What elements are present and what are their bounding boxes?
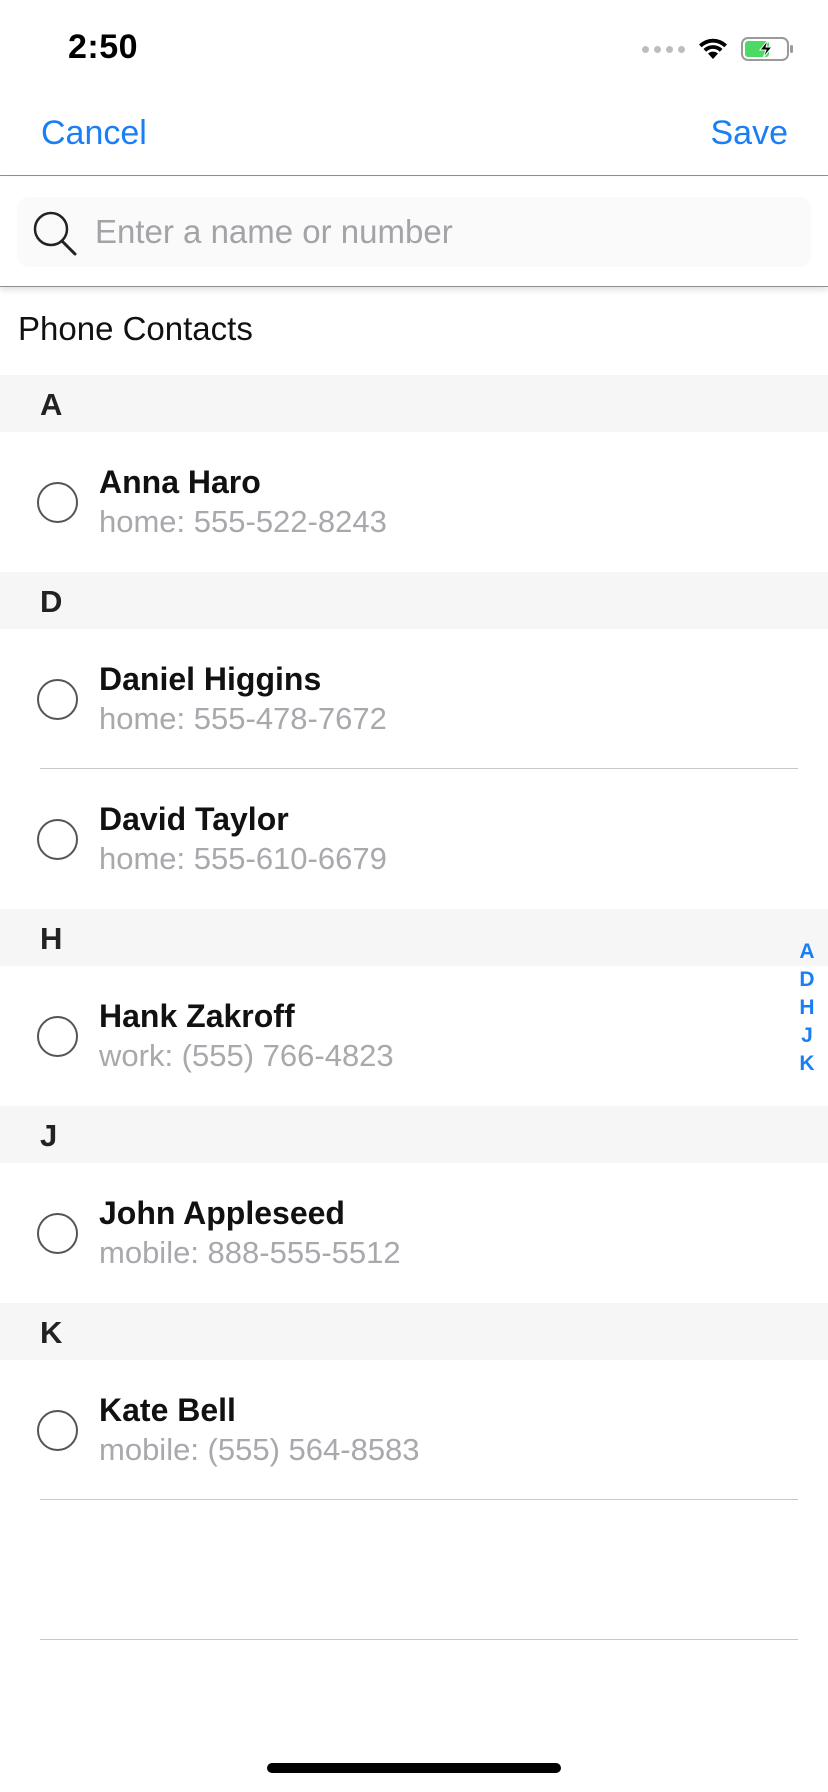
select-radio[interactable]	[37, 1213, 78, 1254]
index-letter[interactable]: A	[799, 938, 814, 966]
save-button[interactable]: Save	[711, 114, 789, 153]
contact-phone: mobile: 888-555-5512	[99, 1235, 401, 1270]
contact-name: Hank Zakroff	[99, 998, 295, 1034]
contact-phone: home: 555-478-7672	[99, 701, 387, 736]
contact-name: David Taylor	[99, 801, 289, 837]
contact-list: A Anna Haro home: 555-522-8243 D Daniel …	[0, 375, 828, 1640]
empty-row	[0, 1500, 828, 1640]
search-icon	[33, 211, 77, 256]
section-letter: K	[40, 1315, 63, 1350]
contact-name: Anna Haro	[99, 464, 261, 500]
wifi-icon	[699, 38, 727, 59]
section-index[interactable]: A D H J K	[796, 938, 818, 1078]
contact-phone: work: (555) 766-4823	[99, 1038, 394, 1073]
cellular-signal-icon	[642, 45, 685, 53]
contact-name: Kate Bell	[99, 1392, 236, 1428]
battery-charging-icon	[741, 37, 793, 61]
status-icons	[642, 34, 795, 64]
search-bar	[0, 177, 828, 287]
index-letter[interactable]: J	[801, 1022, 813, 1050]
home-indicator[interactable]	[267, 1763, 561, 1773]
section-header: J	[0, 1106, 828, 1163]
search-input[interactable]	[93, 197, 793, 267]
contact-row[interactable]: David Taylor home: 555-610-6679	[0, 769, 828, 909]
contact-phone: mobile: (555) 564-8583	[99, 1432, 420, 1467]
search-field[interactable]	[17, 197, 811, 267]
select-radio[interactable]	[37, 679, 78, 720]
contact-phone: home: 555-610-6679	[99, 841, 387, 876]
select-radio[interactable]	[37, 1410, 78, 1451]
section-header: H	[0, 909, 828, 966]
section-header: A	[0, 375, 828, 432]
contact-name: John Appleseed	[99, 1195, 345, 1231]
contact-name: Daniel Higgins	[99, 661, 322, 697]
status-bar: 2:50	[0, 0, 828, 98]
section-letter: J	[40, 1118, 58, 1153]
index-letter[interactable]: K	[799, 1050, 814, 1078]
navigation-bar: Cancel Save	[0, 98, 828, 176]
index-letter[interactable]: D	[799, 966, 814, 994]
section-header: K	[0, 1303, 828, 1360]
contact-row[interactable]: John Appleseed mobile: 888-555-5512	[0, 1163, 828, 1303]
status-time: 2:50	[68, 28, 139, 66]
contact-picker-screen: 2:50 Cancel Save Enter a name or number …	[0, 0, 828, 1792]
select-radio[interactable]	[37, 819, 78, 860]
section-header: D	[0, 572, 828, 629]
index-letter[interactable]: H	[799, 994, 814, 1022]
contact-row[interactable]: Hank Zakroff work: (555) 766-4823	[0, 966, 828, 1106]
select-radio[interactable]	[37, 482, 78, 523]
list-title: Phone Contacts	[18, 310, 253, 347]
select-radio[interactable]	[37, 1016, 78, 1057]
section-letter: H	[40, 921, 63, 956]
contact-row[interactable]: Anna Haro home: 555-522-8243	[0, 432, 828, 572]
contact-row[interactable]: Daniel Higgins home: 555-478-7672	[0, 629, 828, 769]
cancel-button[interactable]: Cancel	[41, 114, 147, 153]
contact-phone: home: 555-522-8243	[99, 504, 387, 539]
contact-row[interactable]: Kate Bell mobile: (555) 564-8583	[0, 1360, 828, 1500]
section-letter: D	[40, 584, 63, 619]
section-letter: A	[40, 387, 63, 422]
